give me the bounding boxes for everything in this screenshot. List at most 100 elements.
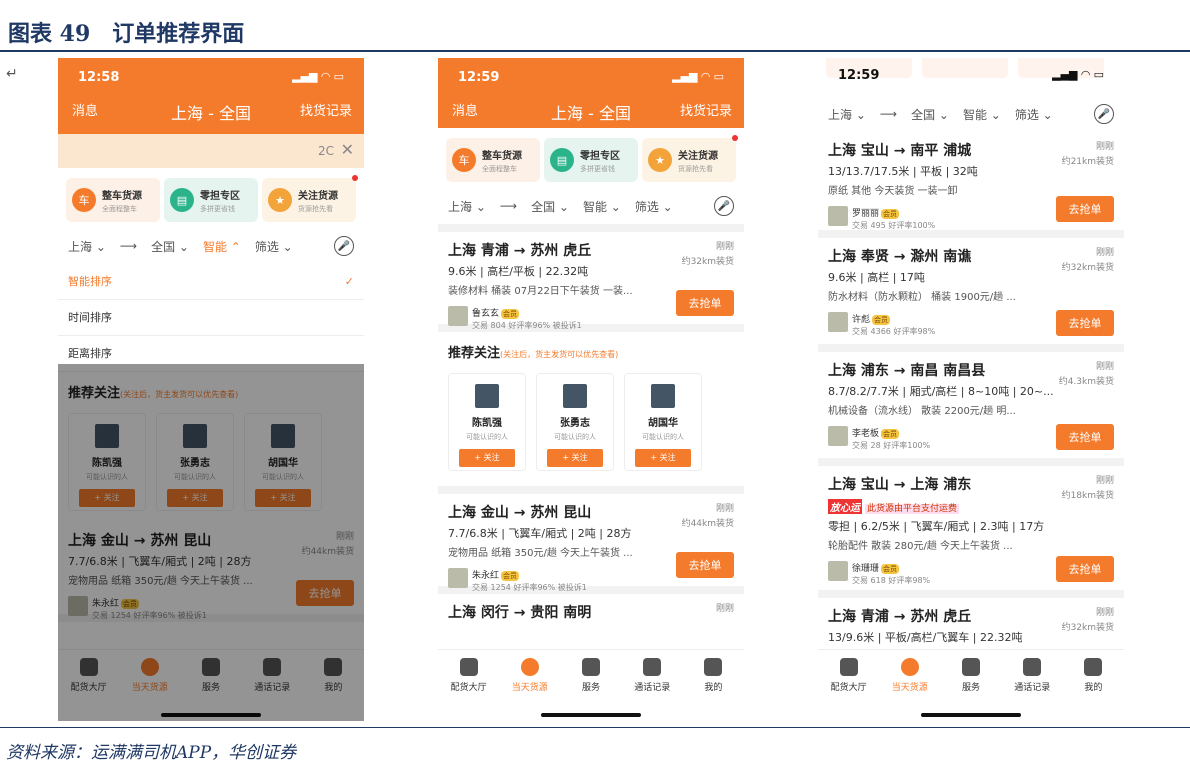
close-icon[interactable]: ✕ [341,140,354,159]
tab-service[interactable]: 服务 [940,658,1001,721]
category-sub: 全面程整车 [102,204,137,213]
grab-order-button[interactable]: 去抢单 [1056,556,1114,582]
notice-bar: 2C ✕ [58,134,364,168]
owner-name: 徐珊珊 [852,564,880,574]
sort-time[interactable]: 时间排序 [58,300,364,336]
arrow-icon: ⟶ [499,199,518,213]
order-route: 上海 闵行 → 贵阳 南明 [448,605,592,621]
owner-name: 李老板 [852,429,880,439]
grab-order-button[interactable]: 去抢单 [1056,424,1114,450]
microphone-icon[interactable]: 🎤 [334,236,354,256]
category-sub: 货源抢先看 [298,204,333,213]
order-time: 刚刚 [1095,476,1114,486]
search-history-link[interactable]: 找货记录 [300,100,352,119]
messages-link[interactable]: 消息 [72,100,98,119]
tab-dispatch-hall[interactable]: 配货大厅 [438,658,499,721]
status-time: 12:59 [838,68,880,83]
category-full-truck[interactable]: 车整车货源 全面程整车 [446,138,540,182]
tab-call-log[interactable]: 通话记录 [622,658,683,721]
red-dot-badge [732,135,738,141]
vip-badge: 会员 [881,209,900,219]
order-card[interactable]: 上海 金山 → 苏州 昆山 7.7/6.8米 | 飞翼车/厢式 | 2吨 | 2… [438,494,744,594]
category-ltl[interactable]: ▤ 零担专区多拼更省钱 [544,138,638,182]
vip-badge: 会员 [872,315,891,325]
order-distance: 约32km装货 [681,257,734,267]
destination-filter[interactable]: 全国 ⌄ [531,198,569,215]
tab-label: 我的 [704,683,723,693]
star-icon: ★ [268,188,292,212]
notice-text: 2C [317,144,334,158]
header: 12:59 ▂▄▆ ◠ ▭ [818,58,1124,96]
recommend-name: 张勇志 [560,418,590,429]
destination-filter[interactable]: 全国 ⌄ [151,238,189,255]
category-label: 零担专区 [580,150,620,162]
tab-mine[interactable]: 我的 [683,658,744,721]
grab-order-button[interactable]: 去抢单 [1056,196,1114,222]
smart-sort-filter[interactable]: 智能 ⌄ [583,198,621,215]
smart-sort-filter[interactable]: 智能 ⌄ [963,106,1001,123]
owner-stats: 交易 4366 好评率98% [852,327,936,336]
category-label: 关注货源 [298,190,338,202]
tab-service[interactable]: 服务 [560,658,621,721]
category-followed[interactable]: ★ 关注货源 货源抢先看 [642,135,738,182]
phone-screenshot-2: 12:59 ▂▄▆ ◠ ▭ 上海 - 全国 消息 找货记录 车整车货源 全面程整车… [438,58,744,721]
sort-smart[interactable]: 智能排序 ✓ [58,264,364,300]
tab-call-log[interactable]: 通话记录 [1002,658,1063,721]
microphone-icon[interactable]: 🎤 [714,196,734,216]
screen-filter[interactable]: 筛选 ⌄ [635,198,673,215]
order-card[interactable]: 上海 宝山 → 上海 浦东 放心运 此货源由平台支付运费 零担 | 6.2/5米 … [818,466,1124,598]
category-label: 整车货源 [102,190,142,202]
tab-label: 我的 [1084,683,1103,693]
follow-button[interactable]: + 关注 [547,449,603,467]
dim-overlay[interactable] [58,364,364,721]
category-followed[interactable]: ★ 关注货源货源抢先看 [262,175,358,222]
recommend-card: 胡国华 可能认识的人 + 关注 [624,373,702,471]
smart-sort-filter[interactable]: 智能 ⌃ [203,238,241,255]
source-rule [0,727,1190,728]
avatar [448,568,468,588]
origin-filter[interactable]: 上海 ⌄ [68,238,106,255]
box-icon: ▤ [550,148,574,172]
home-indicator [921,713,1021,717]
order-card[interactable]: 上海 浦东 → 南昌 南昌县 8.7/8.2/7.7米 | 厢式/高栏 | 8~… [818,352,1124,466]
order-card[interactable]: 上海 宝山 → 南平 浦城 13/13.7/17.5米 | 平板 | 32吨 原… [818,132,1124,238]
recommend-card: 陈凯强 可能认识的人 + 关注 [448,373,526,471]
search-history-link[interactable]: 找货记录 [680,100,732,119]
return-mark: ↵ [6,66,18,82]
tab-today-cargo[interactable]: 当天货源 [879,658,940,721]
avatar [828,426,848,446]
screen-filter[interactable]: 筛选 ⌄ [1015,106,1053,123]
screen-filter[interactable]: 筛选 ⌄ [255,238,293,255]
category-ltl[interactable]: ▤ 零担专区 多拼更省钱 [164,178,258,222]
origin-filter[interactable]: 上海 ⌄ [828,106,866,123]
destination-filter[interactable]: 全国 ⌄ [911,106,949,123]
category-sub: 多拼更省钱 [200,204,235,213]
tab-bar: 配货大厅 当天货源 服务 通话记录 我的 [818,649,1124,721]
vip-badge: 会员 [881,564,900,574]
tab-label: 当天货源 [511,683,548,693]
owner-name: 罗丽丽 [852,209,880,219]
tab-today-cargo[interactable]: 当天货源 [499,658,560,721]
tab-mine[interactable]: 我的 [1063,658,1124,721]
order-time: 刚刚 [715,504,734,514]
follow-button[interactable]: + 关注 [459,449,515,467]
category-sub: 多拼更省钱 [580,164,615,173]
order-card[interactable]: 上海 奉贤 → 滁州 南谯 9.6米 | 高栏 | 17吨 防水材料（防水颗粒）… [818,238,1124,352]
owner-name: 朱永红 [472,571,500,581]
user-icon [1084,658,1103,676]
messages-link[interactable]: 消息 [452,100,478,119]
vip-badge: 会员 [501,309,520,319]
follow-button[interactable]: + 关注 [635,449,691,467]
tab-dispatch-hall[interactable]: 配货大厅 [818,658,879,721]
origin-filter[interactable]: 上海 ⌄ [448,198,486,215]
grab-order-button[interactable]: 去抢单 [676,290,734,316]
home-indicator [541,713,641,717]
grab-order-button[interactable]: 去抢单 [676,552,734,578]
category-row: 车整车货源 全面程整车 ▤ 零担专区 多拼更省钱 ★ 关注货源 货源抢先看 [58,168,364,228]
category-label: 关注货源 [678,150,718,162]
microphone-icon[interactable]: 🎤 [1094,104,1114,124]
category-full-truck[interactable]: 车整车货源 全面程整车 [66,178,160,222]
avatar [651,384,675,408]
grab-order-button[interactable]: 去抢单 [1056,310,1114,336]
order-card[interactable]: 上海 青浦 → 苏州 虎丘 9.6米 | 高栏/平板 | 22.32吨 装修材料… [438,232,744,332]
